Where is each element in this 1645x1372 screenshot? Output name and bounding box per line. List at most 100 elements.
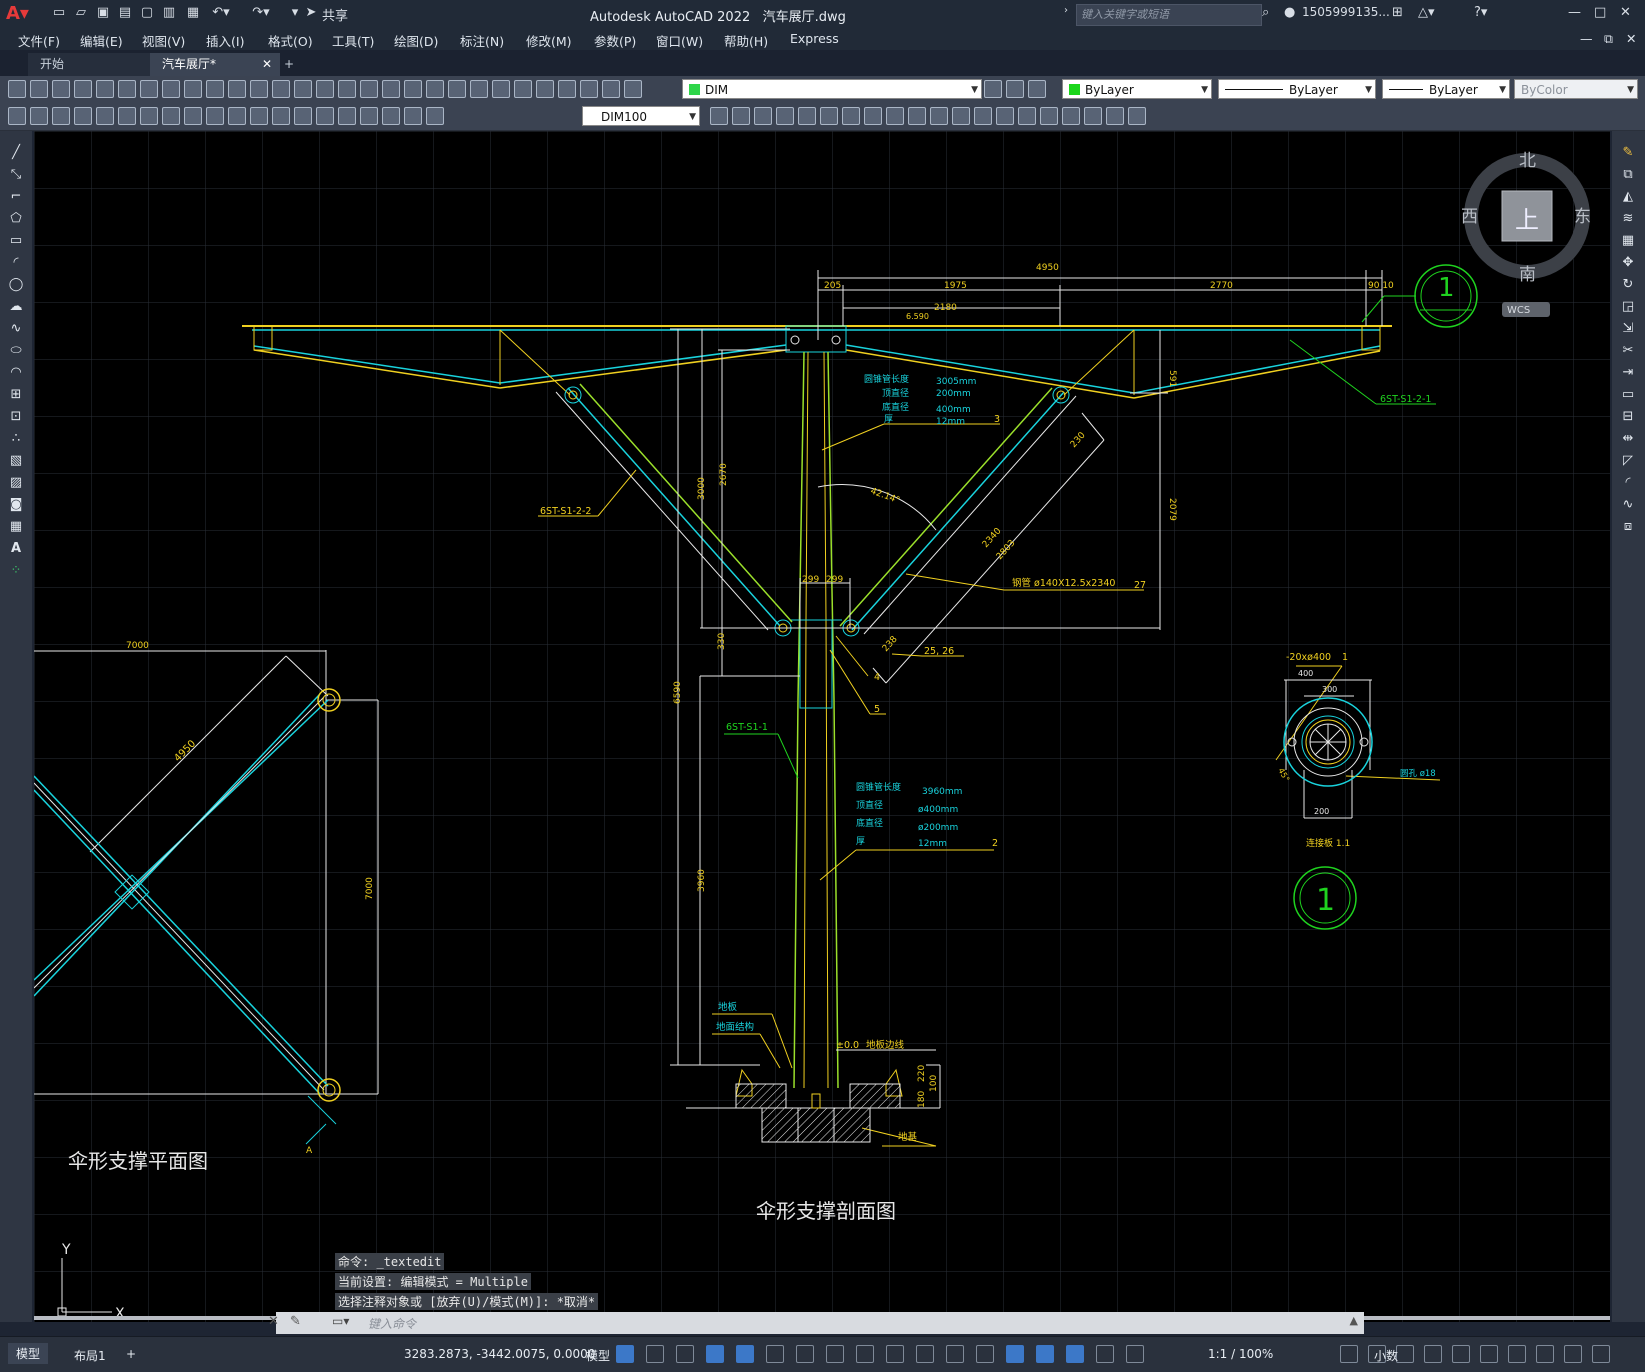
offset-icon[interactable]: ≋ bbox=[1620, 211, 1636, 227]
share-icon[interactable]: ➤ bbox=[304, 4, 318, 22]
style-p-icon[interactable] bbox=[1062, 107, 1080, 125]
insert-block-icon[interactable]: ⊞ bbox=[8, 387, 24, 403]
linetype-dropdown[interactable]: ByLayer ▼ bbox=[1218, 79, 1376, 99]
viewcube-north[interactable]: 北 bbox=[1519, 151, 1536, 171]
menu-parametric[interactable]: 参数(P) bbox=[594, 31, 636, 50]
quick-properties-toggle[interactable] bbox=[1452, 1345, 1470, 1363]
layer-freeze-icon[interactable] bbox=[602, 80, 620, 98]
inspect-icon[interactable] bbox=[338, 107, 356, 125]
arc-icon[interactable]: ◜ bbox=[8, 255, 24, 271]
dim-text-edit-icon[interactable] bbox=[404, 107, 422, 125]
break-point-icon[interactable]: ▭ bbox=[1620, 387, 1636, 403]
scale-icon[interactable]: ◲ bbox=[1620, 299, 1636, 315]
redo-icon[interactable]: ↷▾ bbox=[252, 4, 270, 22]
style-r-icon[interactable] bbox=[1106, 107, 1124, 125]
open-web-icon[interactable]: ▢ bbox=[138, 4, 156, 22]
preview-icon[interactable] bbox=[96, 80, 114, 98]
command-history-toggle-icon[interactable]: ▲ bbox=[1350, 1314, 1358, 1327]
layer-previous-icon[interactable] bbox=[1006, 80, 1024, 98]
dim-ordinate-icon[interactable] bbox=[74, 107, 92, 125]
viewcube-east[interactable]: 东 bbox=[1574, 207, 1591, 227]
blend-curves-icon[interactable]: ∿ bbox=[1620, 497, 1636, 513]
plot-icon[interactable]: ▦ bbox=[184, 4, 202, 22]
style-n-icon[interactable] bbox=[1018, 107, 1036, 125]
tab-drawing[interactable]: 汽车展厅* ✕ bbox=[150, 53, 280, 76]
center-mark-icon[interactable] bbox=[316, 107, 334, 125]
dynamic-ucs-toggle[interactable] bbox=[1006, 1345, 1024, 1363]
transparency-toggle[interactable] bbox=[916, 1345, 934, 1363]
undo-icon[interactable] bbox=[272, 80, 290, 98]
recent-commands-icon[interactable]: ▭▾ bbox=[332, 1314, 349, 1328]
menu-express[interactable]: Express bbox=[790, 31, 839, 46]
matchprop-icon[interactable] bbox=[228, 80, 246, 98]
save-as-icon[interactable]: ▤ bbox=[116, 4, 134, 22]
style-g-icon[interactable] bbox=[864, 107, 882, 125]
dim-linear-icon[interactable] bbox=[8, 107, 26, 125]
infer-toggle[interactable] bbox=[676, 1345, 694, 1363]
a360-icon[interactable]: △▾ bbox=[1418, 5, 1435, 20]
maximize-icon[interactable]: □ bbox=[1594, 5, 1606, 20]
make-current-icon[interactable] bbox=[984, 80, 1002, 98]
fillet-icon[interactable]: ◜ bbox=[1620, 475, 1636, 491]
toolpalettes-icon[interactable] bbox=[448, 80, 466, 98]
minimize-icon[interactable]: — bbox=[1568, 5, 1581, 20]
publish-icon[interactable] bbox=[118, 80, 136, 98]
selection-cycling-toggle[interactable] bbox=[946, 1345, 964, 1363]
layer-match-icon[interactable] bbox=[1028, 80, 1046, 98]
customize-icon[interactable]: ▾ bbox=[286, 4, 304, 22]
object-snap-toggle[interactable] bbox=[856, 1345, 874, 1363]
menu-file[interactable]: 文件(F) bbox=[18, 31, 60, 50]
annotation-scale[interactable]: 1:1 / 100% bbox=[1208, 1347, 1273, 1361]
menu-tools[interactable]: 工具(T) bbox=[332, 31, 374, 50]
dim-jogged-icon[interactable] bbox=[118, 107, 136, 125]
erase-icon[interactable]: ✎ bbox=[1620, 145, 1636, 161]
circle-icon[interactable]: ◯ bbox=[8, 277, 24, 293]
style-f-icon[interactable] bbox=[842, 107, 860, 125]
menu-help[interactable]: 帮助(H) bbox=[724, 31, 768, 50]
selection-filter-toggle[interactable] bbox=[1036, 1345, 1054, 1363]
menu-window[interactable]: 窗口(W) bbox=[656, 31, 703, 50]
markup-icon[interactable] bbox=[492, 80, 510, 98]
3d-osnap-toggle[interactable] bbox=[976, 1345, 994, 1363]
isodraw-toggle[interactable] bbox=[796, 1345, 814, 1363]
layer-state-icon[interactable] bbox=[580, 80, 598, 98]
layout-tab-1[interactable]: 布局1 bbox=[74, 1347, 106, 1364]
viewcube-top[interactable]: 上 bbox=[1515, 206, 1539, 234]
close-icon[interactable]: ✕ bbox=[1620, 5, 1631, 20]
properties-icon[interactable] bbox=[404, 80, 422, 98]
autodesk-store-icon[interactable]: ⊞ bbox=[1392, 5, 1403, 20]
style-e-icon[interactable] bbox=[820, 107, 838, 125]
command-close-icon[interactable]: ✕ bbox=[268, 1314, 279, 1329]
dimstyle-dropdown[interactable]: DIM100 ▼ bbox=[582, 106, 700, 126]
search-input[interactable]: 键入关键字或短语 bbox=[1076, 4, 1262, 26]
dim-update-icon[interactable] bbox=[426, 107, 444, 125]
lock-ui-toggle[interactable] bbox=[1480, 1345, 1498, 1363]
copy-icon[interactable] bbox=[184, 80, 202, 98]
viewcube-west[interactable]: 西 bbox=[1461, 207, 1478, 227]
polyline-icon[interactable]: ⌐ bbox=[8, 189, 24, 205]
menu-edit[interactable]: 编辑(E) bbox=[80, 31, 123, 50]
style-o-icon[interactable] bbox=[1040, 107, 1058, 125]
dim-arc-icon[interactable] bbox=[52, 107, 70, 125]
copy-icon[interactable]: ⧉ bbox=[1620, 167, 1636, 183]
join-icon[interactable]: ⇹ bbox=[1620, 431, 1636, 447]
spline-icon[interactable]: ∿ bbox=[8, 321, 24, 337]
customize-command-icon[interactable]: ✎ bbox=[290, 1314, 301, 1329]
clean-screen-toggle[interactable] bbox=[1564, 1345, 1582, 1363]
search-expand-icon[interactable]: › bbox=[1064, 5, 1068, 16]
tolerance-icon[interactable] bbox=[294, 107, 312, 125]
point-icon[interactable]: ∴ bbox=[8, 431, 24, 447]
zoom-realtime-icon[interactable] bbox=[338, 80, 356, 98]
object-snap-tracking-toggle[interactable] bbox=[826, 1345, 844, 1363]
extend-icon[interactable]: ⇥ bbox=[1620, 365, 1636, 381]
annotation-scale-icon-toggle[interactable] bbox=[1340, 1345, 1358, 1363]
model-space-toggle[interactable]: 模型 bbox=[586, 1347, 610, 1364]
coordinates-display[interactable]: 3283.2873, -3442.0075, 0.0000 bbox=[404, 1347, 595, 1361]
layer-dropdown[interactable]: DIM ▼ bbox=[682, 79, 982, 99]
redo-icon[interactable] bbox=[294, 80, 312, 98]
gradient-icon[interactable]: ▨ bbox=[8, 475, 24, 491]
rectangle-icon[interactable]: ▭ bbox=[8, 233, 24, 249]
hatch-icon[interactable]: ▧ bbox=[8, 453, 24, 469]
blockeditor-icon[interactable] bbox=[250, 80, 268, 98]
ortho-toggle[interactable] bbox=[736, 1345, 754, 1363]
